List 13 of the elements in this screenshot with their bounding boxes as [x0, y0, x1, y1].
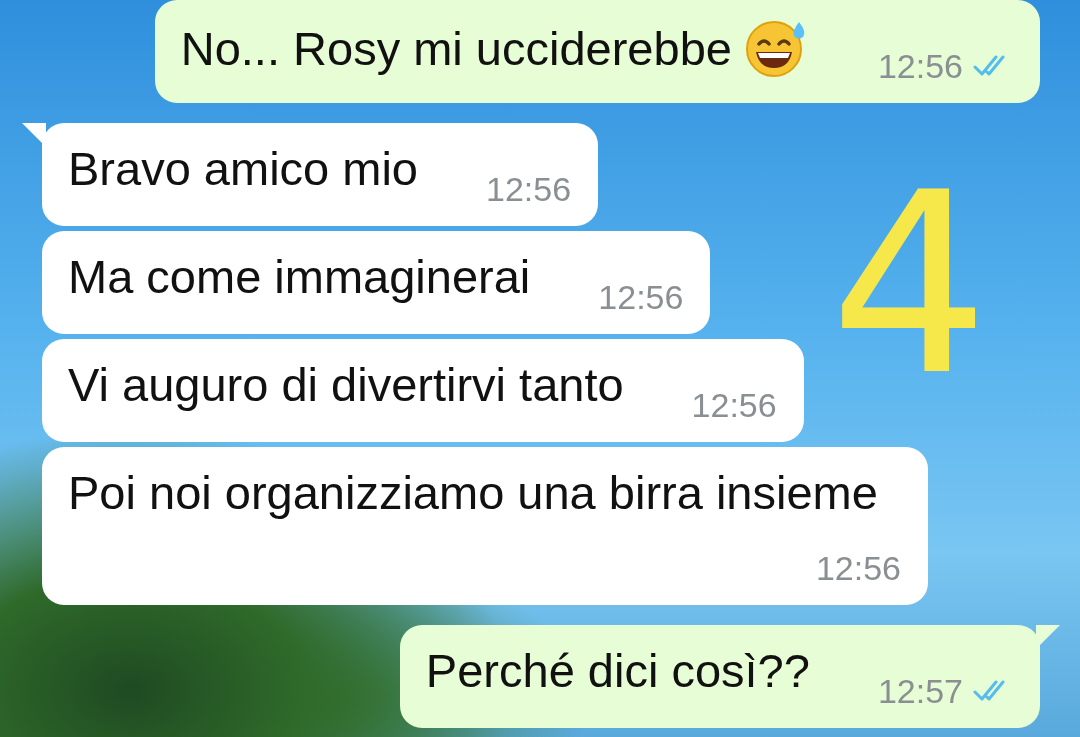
message-text: Poi noi organizziamo una birra insieme: [68, 465, 878, 520]
message-time: 12:57: [877, 671, 963, 711]
message-time: 12:56: [877, 46, 963, 86]
message-time: 12:56: [691, 385, 777, 425]
message-text: Bravo amico mio: [68, 141, 418, 196]
message-time: 12:56: [486, 169, 572, 209]
message-text: Perché dici così??: [425, 643, 810, 698]
message-time: 12:56: [815, 548, 901, 588]
message-text: Vi auguro di divertirvi tanto: [68, 357, 624, 412]
message-time: 12:56: [598, 277, 684, 317]
annotation-number: 4: [830, 160, 990, 410]
message-text: No... Rosy mi ucciderebbe: [180, 20, 732, 76]
message-text: Ma come immaginerai: [68, 249, 531, 304]
